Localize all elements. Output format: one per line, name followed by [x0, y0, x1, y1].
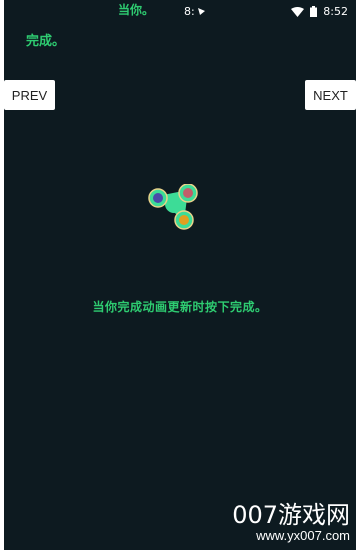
status-center-group: 8:	[184, 5, 206, 18]
watermark-url: www.yx007.com	[256, 528, 350, 543]
wifi-icon	[291, 6, 305, 17]
app-screen: 当你。 8: 8:52 完成。 PREV NEXT 当你完成动画更新时按下完成。…	[4, 0, 356, 550]
watermark: 007游戏网 www.yx007.com	[232, 502, 350, 544]
notification-icon	[197, 7, 206, 16]
instruction-caption: 当你完成动画更新时按下完成。	[92, 300, 268, 314]
status-bar: 当你。 8: 8:52	[4, 0, 356, 22]
status-top-text: 当你。	[118, 3, 155, 17]
fidget-spinner-icon	[148, 183, 202, 232]
watermark-title: 007游戏网	[232, 501, 350, 529]
prev-button[interactable]: PREV	[4, 80, 55, 110]
battery-icon	[310, 6, 318, 17]
status-right-group: 8:52	[291, 5, 348, 18]
header-label: 完成。	[26, 34, 66, 49]
next-button[interactable]: NEXT	[305, 80, 356, 110]
clock-time: 8:52	[323, 5, 348, 18]
status-center-text: 8:	[184, 5, 195, 18]
